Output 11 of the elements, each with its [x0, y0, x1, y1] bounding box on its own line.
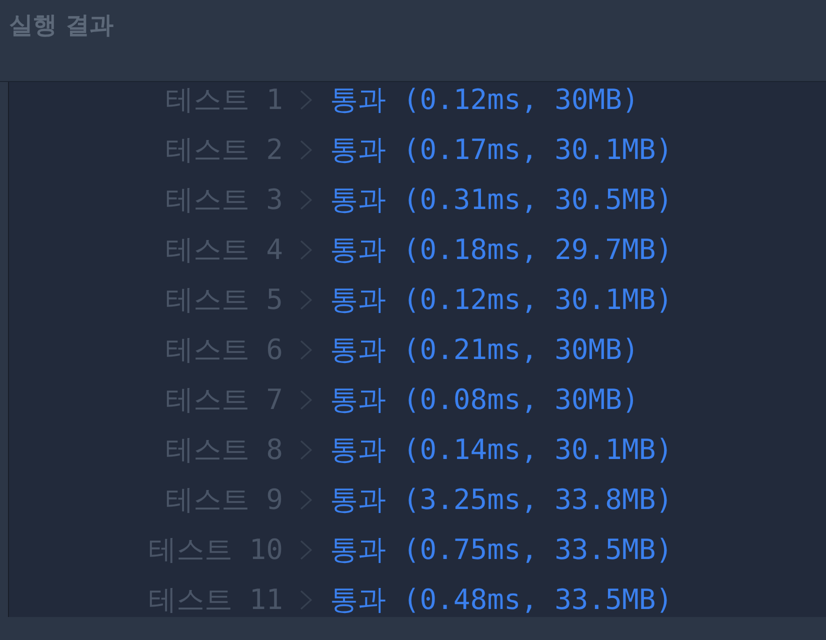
test-result: 통과 (0.48ms, 33.5MB) — [330, 584, 673, 616]
test-result: 통과 (0.17ms, 30.1MB) — [330, 134, 673, 166]
test-result: 통과 (3.25ms, 33.8MB) — [330, 484, 673, 516]
test-result: 통과 (0.21ms, 30MB) — [330, 334, 639, 366]
test-result: 통과 (0.12ms, 30MB) — [330, 84, 639, 116]
test-result: 통과 (0.14ms, 30.1MB) — [330, 434, 673, 466]
test-result: 통과 (0.12ms, 30.1MB) — [330, 284, 673, 316]
test-result: 통과 (0.31ms, 30.5MB) — [330, 184, 673, 216]
test-result: 통과 (0.08ms, 30MB) — [330, 384, 639, 416]
test-result: 통과 (0.75ms, 33.5MB) — [330, 534, 673, 566]
test-result: 통과 (0.18ms, 29.7MB) — [330, 234, 673, 266]
